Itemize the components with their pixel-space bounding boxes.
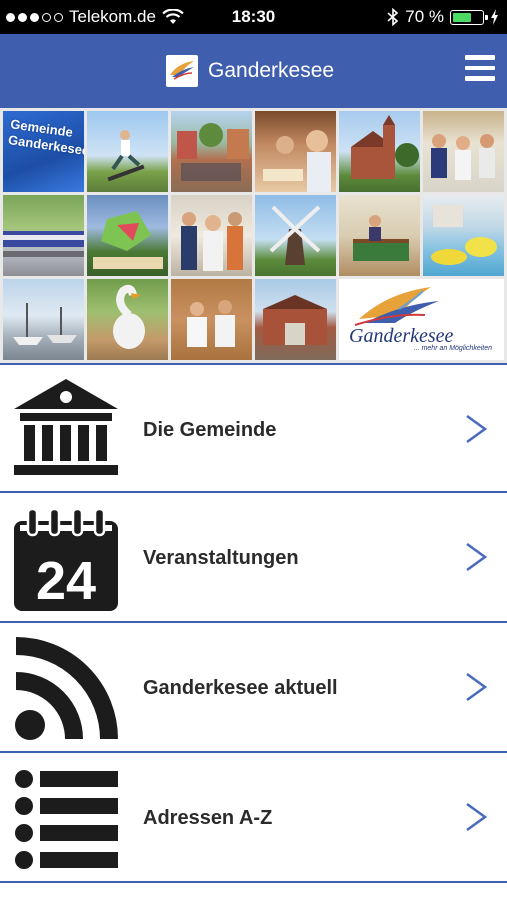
menu-item-label: Ganderkesee aktuell: [143, 677, 338, 699]
ganderkesee-logo: Ganderkesee ... mehr an Möglichkeiten: [339, 279, 504, 360]
photo-collage: Gemeinde Ganderkesee Ganderkesee ... meh…: [0, 108, 507, 363]
chevron-right-icon: [466, 672, 487, 702]
swimming-pool-photo: [423, 195, 504, 276]
menu-item-veranstaltungen[interactable]: 24 Veranstaltungen: [0, 493, 507, 623]
chevron-right-icon: [466, 802, 487, 832]
harbor-boats-photo: [3, 279, 84, 360]
skateboarder-photo: [87, 111, 168, 192]
main-menu: Die Gemeinde 24 Veranstaltungen Ganderke…: [0, 363, 507, 883]
town-sign-photo: Gemeinde Ganderkesee: [3, 111, 84, 192]
art-sculpture-photo: [87, 195, 168, 276]
page-title: Ganderkesee: [208, 59, 335, 82]
logo-tagline: ... mehr an Möglichkeiten: [413, 345, 492, 352]
list-icon: [15, 770, 118, 869]
billiards-room-photo: [339, 195, 420, 276]
hamburger-menu-icon[interactable]: [465, 55, 495, 81]
battery-percent: 70 %: [405, 7, 444, 26]
town-hall-photo: [255, 279, 336, 360]
town-hall-icon: [14, 379, 118, 475]
mayor-group-photo: [171, 195, 252, 276]
menu-item-adressen-a-z[interactable]: Adressen A-Z: [0, 753, 507, 883]
wifi-icon: [162, 9, 184, 24]
signal-strength-icon: [6, 12, 63, 22]
menu-item-label: Die Gemeinde: [143, 419, 277, 441]
church-photo: [339, 111, 420, 192]
sports-team-photo: [423, 111, 504, 192]
chevron-right-icon: [466, 414, 487, 444]
menu-item-label: Adressen A-Z: [143, 807, 273, 829]
train-photo: [3, 195, 84, 276]
family-table-photo: [255, 111, 336, 192]
menu-item-die-gemeinde[interactable]: Die Gemeinde: [0, 363, 507, 493]
carrier-name: Telekom.de: [69, 7, 156, 26]
calendar-day-number: 24: [36, 551, 96, 611]
street-market-photo: [171, 111, 252, 192]
menu-item-ganderkesee-aktuell[interactable]: Ganderkesee aktuell: [0, 623, 507, 753]
rss-feed-icon: [15, 637, 118, 740]
app-logo-icon: [166, 55, 198, 87]
windmill-photo: [255, 195, 336, 276]
battery-icon: [450, 9, 488, 25]
bluetooth-icon: [387, 8, 399, 26]
charging-bolt-icon: [491, 9, 498, 25]
status-bar: Telekom.de 18:30 70 %: [0, 0, 507, 34]
app-header: Ganderkesee: [0, 34, 507, 108]
sauna-photo: [171, 279, 252, 360]
chevron-right-icon: [466, 542, 487, 572]
goose-statue-photo: [87, 279, 168, 360]
town-sign-text: Gemeinde Ganderkesee: [7, 116, 84, 159]
calendar-24-icon: 24: [14, 507, 118, 611]
menu-item-label: Veranstaltungen: [143, 547, 299, 569]
